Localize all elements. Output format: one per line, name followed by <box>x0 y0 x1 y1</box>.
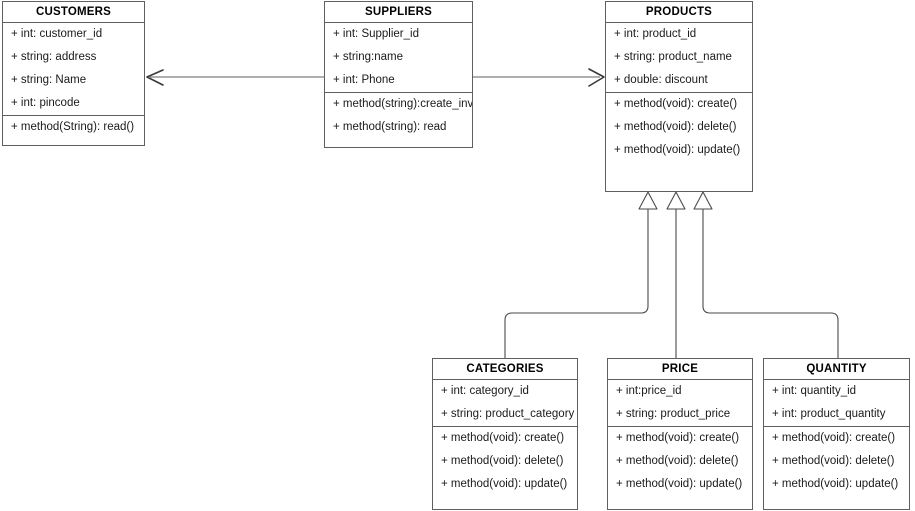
attributes-compartment-suppliers: + int: Supplier_id + string:name + int: … <box>325 23 472 93</box>
edge-price-to-products[interactable] <box>666 191 686 358</box>
operation-row: + method(void): delete() <box>441 455 564 467</box>
attribute-row: + string: Name <box>11 74 87 86</box>
spacer <box>3 139 144 145</box>
edge-suppliers-to-customers[interactable] <box>146 69 324 86</box>
attribute-row: + int: product_quantity <box>772 408 886 420</box>
operation-row: + method(void): update() <box>614 144 741 156</box>
attribute-row: + double: discount <box>614 74 708 86</box>
hollow-triangle-arrowhead-icon <box>666 191 686 210</box>
operations-compartment-categories: + method(void): create() + method(void):… <box>433 427 577 496</box>
diagram-canvas: CUSTOMERS + int: customer_id + string: a… <box>0 0 915 511</box>
class-title-quantity: QUANTITY <box>764 359 909 380</box>
attribute-row: + string: address <box>11 51 97 63</box>
attributes-compartment-categories: + int: category_id + string: product_cat… <box>433 380 577 427</box>
operation-row: + method(void): create() <box>772 432 896 444</box>
operations-compartment-quantity: + method(void): create() + method(void):… <box>764 427 909 496</box>
operation-row: + method(String): read() <box>11 121 135 133</box>
attribute-row: + int:price_id <box>616 385 682 397</box>
operation-row: + method(void): update() <box>772 478 899 490</box>
operation-row: + method(void): update() <box>441 478 568 490</box>
open-arrowhead-right-icon <box>588 68 605 87</box>
class-title-products: PRODUCTS <box>606 2 752 23</box>
operations-compartment-customers: + method(String): read() <box>3 116 144 139</box>
hollow-triangle-arrowhead-icon <box>693 191 713 210</box>
operations-compartment-suppliers: + method(string):create_inv + method(str… <box>325 93 472 139</box>
attribute-row: + string: product_price <box>616 408 731 420</box>
attributes-compartment-customers: + int: customer_id + string: address + s… <box>3 23 144 116</box>
class-box-customers[interactable]: CUSTOMERS + int: customer_id + string: a… <box>2 1 145 146</box>
operation-row: + method(void): delete() <box>614 121 737 133</box>
operation-row: + method(string): read <box>333 121 447 133</box>
attribute-row: + int: product_id <box>614 28 697 40</box>
spacer <box>606 162 752 191</box>
attributes-compartment-quantity: + int: quantity_id + int: product_quanti… <box>764 380 909 427</box>
operation-row: + method(void): update() <box>616 478 743 490</box>
spacer <box>433 496 577 509</box>
operation-row: + method(void): delete() <box>616 455 739 467</box>
operation-row: + method(void): delete() <box>772 455 895 467</box>
open-arrowhead-left-icon <box>146 69 164 86</box>
attribute-row: + int: Phone <box>333 74 395 86</box>
attribute-row: + int: Supplier_id <box>333 28 419 40</box>
class-box-products[interactable]: PRODUCTS + int: product_id + string: pro… <box>605 1 753 192</box>
operations-compartment-price: + method(void): create() + method(void):… <box>608 427 752 496</box>
attribute-row: + string:name <box>333 51 403 63</box>
operation-row: + method(void): create() <box>441 432 565 444</box>
edge-quantity-to-products[interactable] <box>693 191 839 358</box>
operation-row: + method(string):create_inv <box>333 98 472 110</box>
class-box-quantity[interactable]: QUANTITY + int: quantity_id + int: produ… <box>763 358 910 510</box>
operation-row: + method(void): create() <box>616 432 740 444</box>
class-title-suppliers: SUPPLIERS <box>325 2 472 23</box>
edge-suppliers-to-products[interactable] <box>473 68 605 87</box>
operations-compartment-products: + method(void): create() + method(void):… <box>606 93 752 162</box>
attribute-row: + int: quantity_id <box>772 385 857 397</box>
attribute-row: + string: product_name <box>614 51 732 63</box>
attribute-row: + int: customer_id <box>11 28 103 40</box>
hollow-triangle-arrowhead-icon <box>638 191 658 210</box>
attribute-row: + int: pincode <box>11 97 80 109</box>
attributes-compartment-products: + int: product_id + string: product_name… <box>606 23 752 93</box>
spacer <box>764 496 909 509</box>
class-title-price: PRICE <box>608 359 752 380</box>
class-box-categories[interactable]: CATEGORIES + int: category_id + string: … <box>432 358 578 510</box>
attribute-row: + int: category_id <box>441 385 529 397</box>
class-box-price[interactable]: PRICE + int:price_id + string: product_p… <box>607 358 753 510</box>
attribute-row: + string: product_category <box>441 408 575 420</box>
attributes-compartment-price: + int:price_id + string: product_price <box>608 380 752 427</box>
spacer <box>608 496 752 509</box>
class-box-suppliers[interactable]: SUPPLIERS + int: Supplier_id + string:na… <box>324 1 473 148</box>
operation-row: + method(void): create() <box>614 98 738 110</box>
edge-categories-to-products[interactable] <box>504 191 658 358</box>
class-title-customers: CUSTOMERS <box>3 2 144 23</box>
spacer <box>325 139 472 147</box>
class-title-categories: CATEGORIES <box>433 359 577 380</box>
